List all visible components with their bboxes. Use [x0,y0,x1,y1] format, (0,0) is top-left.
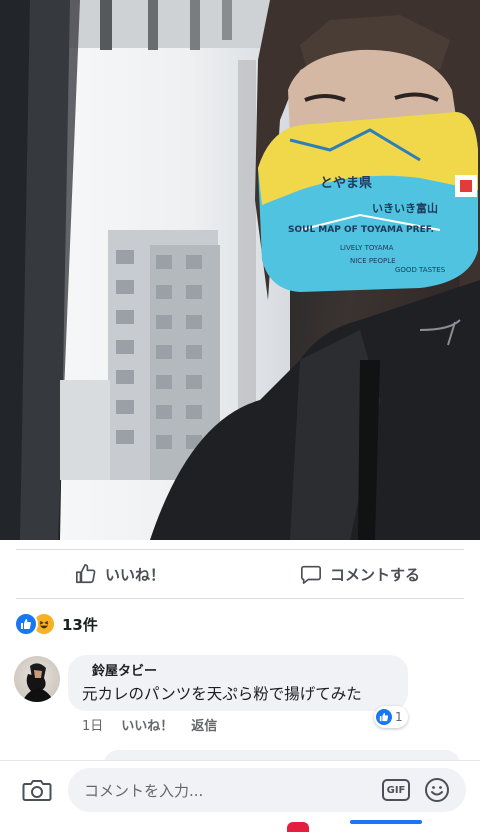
emoji-button[interactable] [424,777,450,803]
comment-input[interactable] [82,768,376,814]
comment-reaction-count: 1 [395,710,403,724]
avatar[interactable] [14,656,60,702]
like-label: いいね！ [104,565,165,584]
comment-meta: 1日 いいね！ 返信 [82,715,217,734]
like-icon [14,612,38,636]
comment-bubble[interactable]: 鈴屋タビー 元カレのパンツを天ぷら粉で揚げてみた [68,655,408,711]
comment-button[interactable]: コメントする [240,550,480,598]
camera-button[interactable] [22,777,52,803]
commenter-name[interactable]: 鈴屋タビー [82,663,396,681]
comment-input-bar: GIF [0,760,480,819]
comment-bubble-icon [300,565,321,584]
mask-text-lively: LIVELY TOYAMA [340,244,394,252]
comment-reaction-badge[interactable]: 1 [374,706,408,728]
comment-text: 元カレのパンツを天ぷら粉で揚げてみた [82,685,362,703]
comment-reply-link[interactable]: 返信 [191,715,217,734]
camera-icon [22,780,52,801]
mask-text-toyama: とやま県 [320,176,372,191]
selfie-illustration: とやま県 いきいき富山 SOUL MAP OF TOYAMA PREF. LIV… [0,0,480,540]
comment-input-pill: GIF [68,768,466,814]
reaction-count: 13件 [62,615,98,634]
thumbs-up-icon [75,564,96,584]
like-icon [376,709,392,725]
mask-text-soulmap: SOUL MAP OF TOYAMA PREF. [288,225,434,235]
comment-label: コメントする [329,565,420,584]
gif-button[interactable]: GIF [382,779,410,801]
post-photo[interactable]: とやま県 いきいき富山 SOUL MAP OF TOYAMA PREF. LIV… [0,0,480,540]
mask: とやま県 いきいき富山 SOUL MAP OF TOYAMA PREF. LIV… [258,112,478,292]
notification-badge [287,822,309,832]
mask-text-good: GOOD TASTES [395,266,446,274]
mask-text-nice: NICE PEOPLE [350,257,396,265]
like-button[interactable]: いいね！ [0,550,240,598]
comment-like-link[interactable]: いいね！ [121,715,173,734]
avatar-image [22,663,54,702]
comment-time: 1日 [82,719,104,734]
post-action-bar: いいね！ コメントする [0,550,480,598]
divider-bottom [16,598,464,599]
mask-text-ikiiki: いきいき富山 [372,201,438,215]
smiley-icon [425,778,449,802]
reaction-summary[interactable]: 13件 [14,612,98,636]
active-tab-indicator [350,820,422,824]
